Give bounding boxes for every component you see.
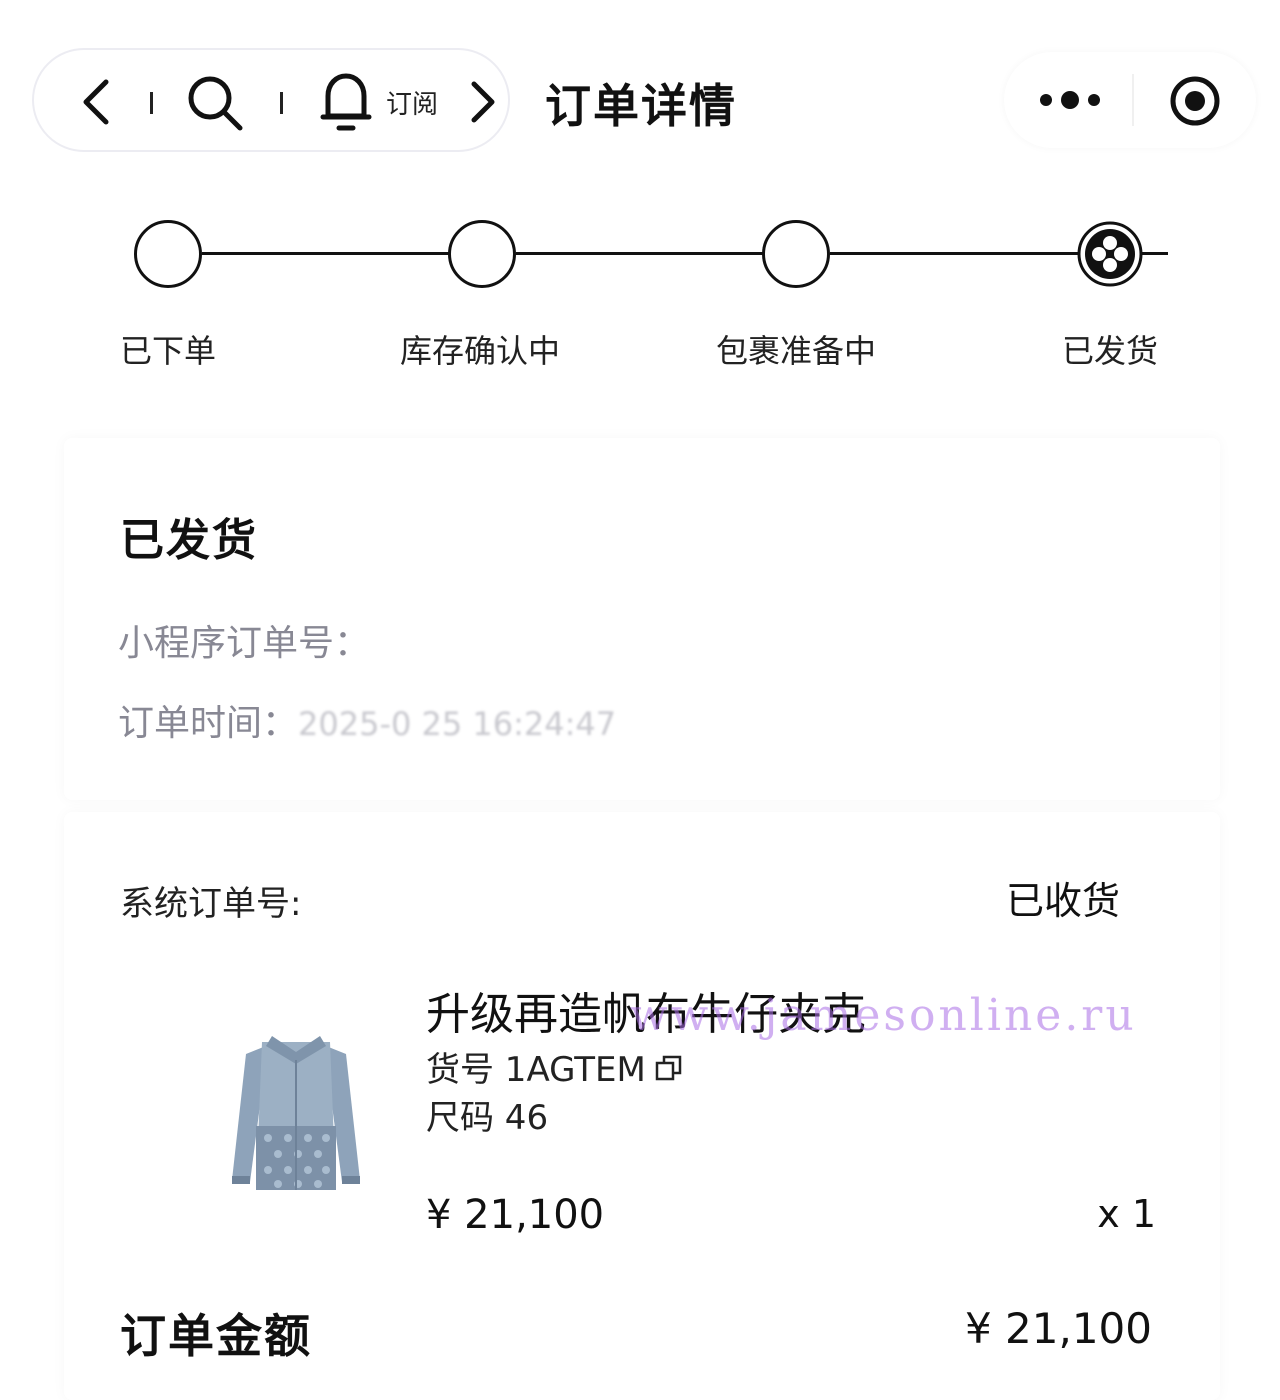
page-title: 订单详情 <box>545 79 737 133</box>
shipping-status-card: 已发货 小程序订单号： 订单时间：2025-0 25 16:24:47 <box>64 438 1220 800</box>
progress-node-3 <box>762 220 830 288</box>
bell-icon[interactable] <box>320 70 372 134</box>
order-time-value: 2025-0 25 16:24:47 <box>298 705 617 743</box>
order-number-label: 小程序订单号： <box>118 623 371 664</box>
status-title: 已发货 <box>120 515 258 566</box>
product-size: 尺码 46 <box>426 1098 549 1138</box>
step-label-ordered: 已下单 <box>120 332 217 370</box>
progress-line <box>1142 252 1168 255</box>
order-time-row: 订单时间：2025-0 25 16:24:47 <box>118 694 616 746</box>
progress-line <box>830 252 1078 255</box>
close-target-icon[interactable] <box>1168 74 1222 128</box>
progress-node-2 <box>448 220 516 288</box>
order-progress-tracker: 已下单 库存确认中 包裹准备中 已发货 <box>0 200 1280 390</box>
copy-icon[interactable] <box>654 1053 684 1083</box>
capsule-divider <box>1132 74 1134 126</box>
order-total-label: 订单金额 <box>120 1309 312 1363</box>
progress-line <box>202 252 450 255</box>
nav-divider <box>150 92 153 114</box>
mini-program-order-number-row: 小程序订单号： <box>118 614 370 666</box>
progress-node-1 <box>134 220 202 288</box>
product-sku-row: 货号 1AGTEM <box>426 1042 684 1091</box>
nav-divider <box>280 92 283 114</box>
system-order-number-label: 系统订单号: <box>120 884 302 924</box>
product-sku: 货号 1AGTEM <box>426 1050 646 1090</box>
back-arrow-icon[interactable] <box>72 74 128 130</box>
product-quantity: x 1 <box>1097 1192 1156 1236</box>
step-label-shipped: 已发货 <box>1062 332 1159 370</box>
order-time-label: 订单时间： <box>118 703 299 744</box>
mini-program-nav-pill: 订阅 <box>32 48 510 152</box>
chevron-right-icon[interactable] <box>462 76 502 128</box>
watermark-text: www.jamesonline.ru <box>630 990 1137 1041</box>
more-dots-icon[interactable] <box>1038 82 1102 118</box>
mini-program-capsule <box>1004 52 1256 148</box>
monogram-flower-icon <box>1077 221 1143 287</box>
order-item-card: 系统订单号: 已收货 升级再造帆布牛仔夹克 www.jamesonline.ru… <box>64 812 1220 1400</box>
progress-line <box>516 252 764 255</box>
denim-jacket-image[interactable] <box>226 1030 366 1194</box>
search-icon[interactable] <box>184 72 246 134</box>
step-label-stock-check: 库存确认中 <box>400 332 561 370</box>
received-status: 已收货 <box>1005 879 1120 923</box>
step-label-packing: 包裹准备中 <box>716 332 877 370</box>
product-price: ¥ 21,100 <box>426 1192 605 1238</box>
subscribe-label[interactable]: 订阅 <box>386 84 438 121</box>
order-total-value: ¥ 21,100 <box>964 1304 1152 1353</box>
